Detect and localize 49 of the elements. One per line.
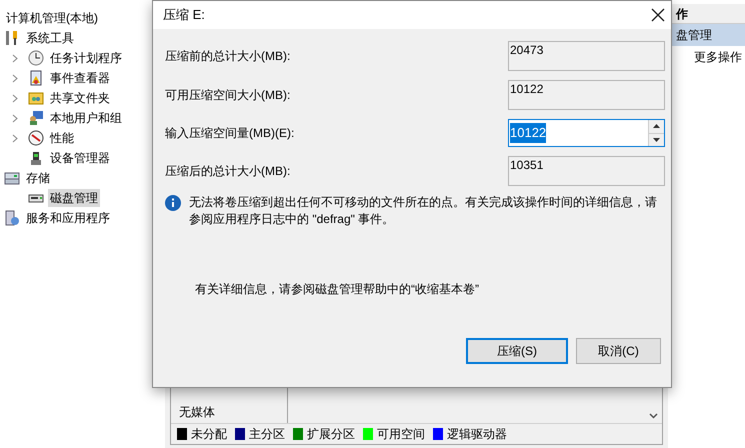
info-message: 无法将卷压缩到超出任何不可移动的文件所在的点。有关完成该操作时间的详细信息，请参阅应用程序日志中的 "defrag" 事件。 <box>189 194 658 228</box>
field-label: 输入压缩空间量(MB)(E): <box>165 125 294 142</box>
warning-document-icon <box>28 70 44 86</box>
users-icon <box>28 110 44 126</box>
value-field: 20473 <box>508 41 665 71</box>
dialog-button[interactable]: 取消(C) <box>576 338 661 364</box>
tree-item[interactable]: 性能 <box>48 129 76 147</box>
tree-item[interactable]: 共享文件夹 <box>48 89 112 107</box>
gauge-icon <box>28 130 44 146</box>
expand-chevron-icon[interactable] <box>12 74 18 82</box>
down-arrow-icon <box>653 138 660 142</box>
storage-icon <box>4 170 20 186</box>
dialog-button[interactable]: 压缩(S) <box>466 338 568 364</box>
tree-item[interactable]: 存储 <box>24 169 52 187</box>
tree-item[interactable]: 事件查看器 <box>48 69 112 87</box>
more-actions-link[interactable]: 更多操作 <box>668 46 745 68</box>
disk-row-label: 无媒体 <box>179 404 215 421</box>
value-field: 10122 <box>508 80 665 110</box>
tree-item[interactable]: 服务和应用程序 <box>24 209 112 227</box>
shared-folder-icon <box>28 90 44 106</box>
tree-item[interactable]: 系统工具 <box>24 29 76 47</box>
up-arrow-icon <box>653 124 660 128</box>
spin-input-field[interactable]: 10122 <box>508 119 665 147</box>
field-label: 压缩后的总计大小(MB): <box>165 163 290 180</box>
expand-chevron-icon[interactable] <box>12 134 18 142</box>
dialog-title: 压缩 E: <box>163 6 205 24</box>
legend-label: 可用空间 <box>377 426 425 443</box>
value-field: 10351 <box>508 156 665 186</box>
tree-item[interactable]: 设备管理器 <box>48 149 112 167</box>
expand-chevron-icon[interactable] <box>12 54 18 62</box>
legend-label: 未分配 <box>191 426 227 443</box>
field-label: 可用压缩空间大小(MB): <box>165 87 290 104</box>
field-label: 压缩前的总计大小(MB): <box>165 48 290 65</box>
clock-icon <box>28 50 44 66</box>
tree-item[interactable]: 本地用户和组 <box>48 109 124 127</box>
device-icon <box>28 150 44 166</box>
scroll-down-icon[interactable] <box>649 413 658 419</box>
close-icon[interactable] <box>651 8 665 22</box>
expand-chevron-icon[interactable] <box>12 94 18 102</box>
expand-chevron-icon[interactable] <box>12 114 18 122</box>
info-icon <box>165 195 181 211</box>
spin-down-button[interactable] <box>649 134 664 146</box>
tree-item[interactable]: 任务计划程序 <box>48 49 124 67</box>
legend-label: 扩展分区 <box>307 426 355 443</box>
tree-item[interactable]: 磁盘管理 <box>48 189 100 207</box>
help-text: 有关详细信息，请参阅磁盘管理帮助中的“收缩基本卷” <box>194 281 480 298</box>
legend-label: 主分区 <box>249 426 285 443</box>
legend-label: 逻辑驱动器 <box>447 426 507 443</box>
spin-up-button[interactable] <box>649 120 664 134</box>
